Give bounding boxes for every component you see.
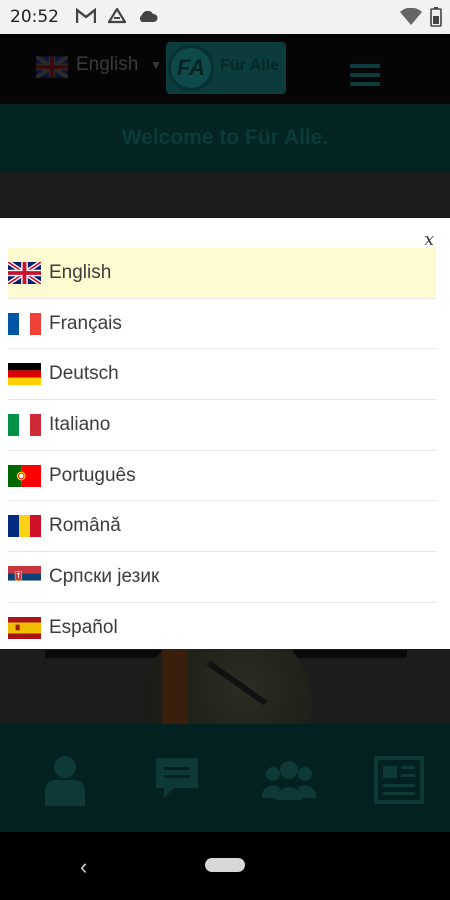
language-label: Español bbox=[49, 617, 118, 639]
system-nav-bar: ‹ bbox=[0, 832, 450, 900]
close-button[interactable]: x bbox=[424, 230, 434, 250]
home-button[interactable] bbox=[205, 858, 245, 872]
language-list: English Français Deutsch Italiano Portug… bbox=[8, 248, 436, 654]
language-label: Română bbox=[49, 515, 121, 537]
status-bar: 20:52 bbox=[0, 0, 450, 34]
italy-flag-icon bbox=[8, 413, 41, 436]
cloud-icon bbox=[139, 10, 158, 22]
news-icon[interactable] bbox=[374, 754, 424, 806]
language-option-serbian[interactable]: Српски језик bbox=[8, 552, 436, 603]
language-modal: x English Français Deutsch Italiano Port… bbox=[0, 218, 450, 649]
language-selector-label[interactable]: English bbox=[76, 54, 138, 76]
bottom-nav bbox=[0, 724, 450, 832]
france-flag-icon bbox=[8, 312, 41, 335]
germany-flag-icon bbox=[8, 363, 41, 386]
language-label: Deutsch bbox=[49, 363, 119, 385]
welcome-banner: Welcome to Für Alle. bbox=[0, 104, 450, 172]
gmail-icon bbox=[76, 8, 96, 23]
group-icon[interactable] bbox=[262, 754, 316, 806]
welcome-text: Welcome to Für Alle. bbox=[121, 126, 329, 149]
person-icon[interactable] bbox=[40, 754, 90, 806]
language-label: Italiano bbox=[49, 413, 111, 435]
language-option-english[interactable]: English bbox=[8, 248, 436, 299]
language-option-spanish[interactable]: Español bbox=[8, 603, 436, 654]
app-header: English ▼ FA Für Alle bbox=[0, 34, 450, 104]
logo-monogram: FA bbox=[168, 45, 214, 91]
caret-down-icon[interactable]: ▼ bbox=[150, 58, 162, 72]
serbia-flag-icon bbox=[8, 565, 41, 588]
hamburger-menu-icon[interactable] bbox=[350, 64, 380, 86]
spain-flag-icon bbox=[8, 617, 41, 640]
logo[interactable]: FA Für Alle bbox=[166, 42, 286, 94]
back-icon[interactable]: ‹ bbox=[80, 854, 87, 880]
portugal-flag-icon bbox=[8, 464, 41, 487]
language-label: Српски језик bbox=[49, 565, 160, 587]
language-option-french[interactable]: Français bbox=[8, 299, 436, 350]
uk-flag-icon bbox=[8, 261, 41, 284]
wifi-icon bbox=[400, 8, 422, 25]
uk-flag-icon[interactable] bbox=[36, 56, 68, 78]
chat-icon[interactable] bbox=[152, 754, 202, 806]
logo-text: Für Alle bbox=[220, 57, 279, 74]
language-option-romanian[interactable]: Română bbox=[8, 501, 436, 553]
status-time: 20:52 bbox=[10, 7, 59, 27]
language-option-italian[interactable]: Italiano bbox=[8, 400, 436, 451]
battery-icon bbox=[430, 7, 442, 27]
romania-flag-icon bbox=[8, 515, 41, 538]
language-option-portuguese[interactable]: Português bbox=[8, 451, 436, 502]
language-label: Português bbox=[49, 464, 136, 486]
language-label: Français bbox=[49, 312, 122, 334]
drive-icon bbox=[108, 8, 126, 24]
language-label: English bbox=[49, 261, 112, 283]
language-option-german[interactable]: Deutsch bbox=[8, 349, 436, 401]
